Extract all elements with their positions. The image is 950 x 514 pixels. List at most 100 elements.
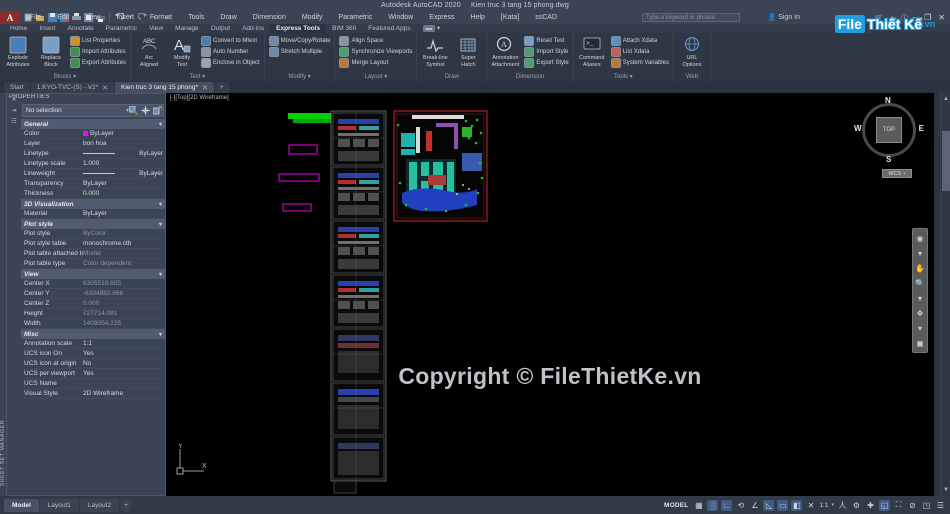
file-tab-1[interactable]: 1.KYO-TVC-(S) - V2* ✕ bbox=[30, 82, 115, 93]
close-icon[interactable]: ✕ bbox=[102, 84, 108, 92]
object-snap-icon[interactable]: ◺ bbox=[763, 499, 775, 511]
chevron-down-icon[interactable]: ▾ bbox=[159, 331, 162, 338]
menu-item-express[interactable]: Express bbox=[421, 11, 462, 24]
full-navigation-wheel-icon[interactable]: ◉ bbox=[914, 232, 926, 244]
property-value[interactable]: bon hoa bbox=[83, 140, 165, 147]
layout-tab-model[interactable]: Model bbox=[4, 499, 39, 512]
ribbon-button-import-style[interactable]: Import Style bbox=[522, 47, 570, 57]
ribbon-tab-bim-360[interactable]: BIM 360 bbox=[326, 24, 362, 33]
application-menu-button[interactable]: A bbox=[0, 11, 20, 24]
property-value[interactable]: Model bbox=[83, 250, 165, 257]
units-icon[interactable]: ◳ bbox=[921, 500, 932, 511]
property-value[interactable]: ByLayer bbox=[83, 150, 165, 157]
scroll-down-arrow[interactable]: ▼ bbox=[942, 486, 950, 494]
property-group-misc[interactable]: Misc ▾ bbox=[21, 329, 165, 339]
pan-icon[interactable]: ✋ bbox=[914, 262, 926, 274]
view-cube[interactable]: TOP N S E W bbox=[854, 96, 924, 164]
layout-tab-layout2[interactable]: Layout2 bbox=[79, 499, 120, 512]
property-value[interactable]: ByLayer bbox=[83, 210, 165, 217]
ribbon-button-export-style[interactable]: Export Style bbox=[522, 58, 570, 68]
ribbon-tab-manage[interactable]: Manage bbox=[169, 24, 205, 33]
chevron-down-icon[interactable]: ▾ bbox=[914, 247, 926, 259]
ribbon-panel-title[interactable]: Tools ▾ bbox=[576, 73, 671, 81]
property-row[interactable]: Plot style table monochrome.ctb bbox=[21, 239, 165, 249]
chevron-down-icon[interactable]: ▾ bbox=[914, 292, 926, 304]
property-value[interactable]: 1409054.225 bbox=[83, 320, 165, 327]
drawing-canvas[interactable]: [-][Top][2D Wireframe] Copyright © FileT… bbox=[166, 93, 934, 496]
property-row[interactable]: Lineweight ByLayer bbox=[21, 169, 165, 179]
menu-item-sscad[interactable]: ssCAD bbox=[527, 11, 565, 24]
ribbon-button-enclose-in-object[interactable]: Enclose in Object bbox=[199, 58, 262, 68]
property-row[interactable]: Plot style ByColor bbox=[21, 229, 165, 239]
ribbon-tab-express-tools[interactable]: Express Tools bbox=[270, 24, 327, 33]
layout-tab-layout1[interactable]: Layout1 bbox=[39, 499, 79, 512]
chevron-down-icon[interactable]: ▾ bbox=[831, 502, 834, 508]
lineweight-icon[interactable]: ▭ bbox=[777, 499, 789, 511]
select-objects-icon[interactable] bbox=[140, 106, 150, 116]
ribbon-button-stretch-multiple[interactable]: Stretch Multiple bbox=[267, 47, 333, 57]
navigation-bar[interactable]: ◉ ▾ ✋ 🔍 ▾ ✥ ▾ ▣ bbox=[912, 228, 928, 353]
property-row[interactable]: Center Z 0.000 bbox=[21, 299, 165, 309]
properties-grid[interactable]: General ▾ Color ByLayer Layer bon hoa Linetype… bbox=[21, 119, 165, 495]
property-value[interactable]: No bbox=[83, 360, 165, 367]
property-row[interactable]: Plot table attached to Model bbox=[21, 249, 165, 259]
sign-in-button[interactable]: 👤 Sign In bbox=[767, 13, 800, 22]
menu-item-dimension[interactable]: Dimension bbox=[245, 11, 294, 24]
search-input[interactable]: Type a keyword or phrase bbox=[642, 13, 740, 22]
ribbon-button-system-variables[interactable]: System Variables bbox=[609, 58, 671, 68]
ribbon-tab-output[interactable]: Output bbox=[205, 24, 237, 33]
auto-hide-icon[interactable]: ⇥ bbox=[11, 107, 16, 114]
compass-west-label[interactable]: W bbox=[854, 124, 862, 133]
chevron-down-icon[interactable]: ▾ bbox=[159, 271, 162, 278]
property-row[interactable]: Layer bon hoa bbox=[21, 139, 165, 149]
ribbon-tab-featured-apps[interactable]: Featured Apps bbox=[362, 24, 416, 33]
ribbon-button-annotation-attachment[interactable]: A Annotation Attachment bbox=[489, 34, 521, 68]
property-value[interactable]: ByColor bbox=[83, 230, 165, 237]
chevron-down-icon[interactable]: ▾ bbox=[159, 121, 162, 128]
hardware-accel-icon[interactable]: ✚ bbox=[865, 500, 876, 511]
ribbon-button-url-options[interactable]: URL Options bbox=[676, 34, 708, 68]
toggle-pickadd-icon[interactable] bbox=[152, 106, 162, 116]
property-value[interactable]: 0.000 bbox=[83, 300, 165, 307]
menu-item-view[interactable]: View bbox=[77, 11, 108, 24]
property-value[interactable]: -6394882.666 bbox=[83, 290, 165, 297]
property-value[interactable]: 727714.081 bbox=[83, 310, 165, 317]
ribbon-button-break-line-symbol[interactable]: Break-line Symbol bbox=[419, 34, 451, 68]
property-row[interactable]: UCS per viewport Yes bbox=[21, 369, 165, 379]
model-space-toggle[interactable]: MODEL bbox=[664, 502, 690, 509]
new-tab-button[interactable]: + bbox=[214, 82, 229, 93]
grid-display-icon[interactable]: ▦ bbox=[693, 500, 704, 511]
ribbon-button-list-properties[interactable]: List Properties bbox=[68, 36, 128, 46]
property-value[interactable]: 1:1 bbox=[83, 340, 165, 347]
chevron-down-icon[interactable]: ▾ bbox=[159, 201, 162, 208]
chevron-down-icon[interactable]: ▾ bbox=[914, 322, 926, 334]
showmotion-icon[interactable]: ▣ bbox=[914, 337, 926, 349]
cad-drawing[interactable] bbox=[166, 93, 934, 496]
menu-item-insert[interactable]: Insert bbox=[108, 11, 142, 24]
transparency-icon[interactable]: ◧ bbox=[791, 499, 803, 511]
property-value[interactable]: Yes bbox=[83, 370, 165, 377]
ribbon-tab-add-ins[interactable]: Add-ins bbox=[236, 24, 270, 33]
menu-item-help[interactable]: Help bbox=[463, 11, 493, 24]
view-cube-top-face[interactable]: TOP bbox=[876, 117, 902, 143]
annotation-monitor-icon[interactable]: 人 bbox=[837, 500, 848, 511]
ribbon-tab-home[interactable]: Home bbox=[4, 24, 33, 33]
property-value[interactable]: Color dependent bbox=[83, 260, 165, 267]
ribbon-button-modify-text[interactable]: A Modify Text bbox=[166, 34, 198, 68]
close-icon[interactable]: ✕ bbox=[202, 84, 208, 92]
property-row[interactable]: Material ByLayer bbox=[21, 209, 165, 219]
property-row[interactable]: Transparency ByLayer bbox=[21, 179, 165, 189]
property-row[interactable]: Annotation scale 1:1 bbox=[21, 339, 165, 349]
property-value[interactable]: ByLayer bbox=[83, 180, 165, 187]
file-tab-2[interactable]: Kien truc 3 tang 15 phong* ✕ bbox=[115, 82, 214, 93]
annotation-scale-label[interactable]: 1:1 bbox=[819, 502, 828, 509]
compass-south-label[interactable]: S bbox=[886, 155, 891, 164]
quick-select-icon[interactable] bbox=[128, 106, 138, 116]
ribbon-button-explode-attributes[interactable]: Explode Attributes bbox=[2, 34, 34, 68]
property-value[interactable]: Yes bbox=[83, 350, 165, 357]
property-value[interactable]: 0.000 bbox=[83, 190, 165, 197]
property-row[interactable]: Height 727714.081 bbox=[21, 309, 165, 319]
zoom-extents-icon[interactable]: 🔍 bbox=[914, 277, 926, 289]
property-value[interactable]: ByLayer bbox=[83, 130, 165, 137]
ribbon-panel-title[interactable]: Modify ▾ bbox=[267, 73, 333, 81]
